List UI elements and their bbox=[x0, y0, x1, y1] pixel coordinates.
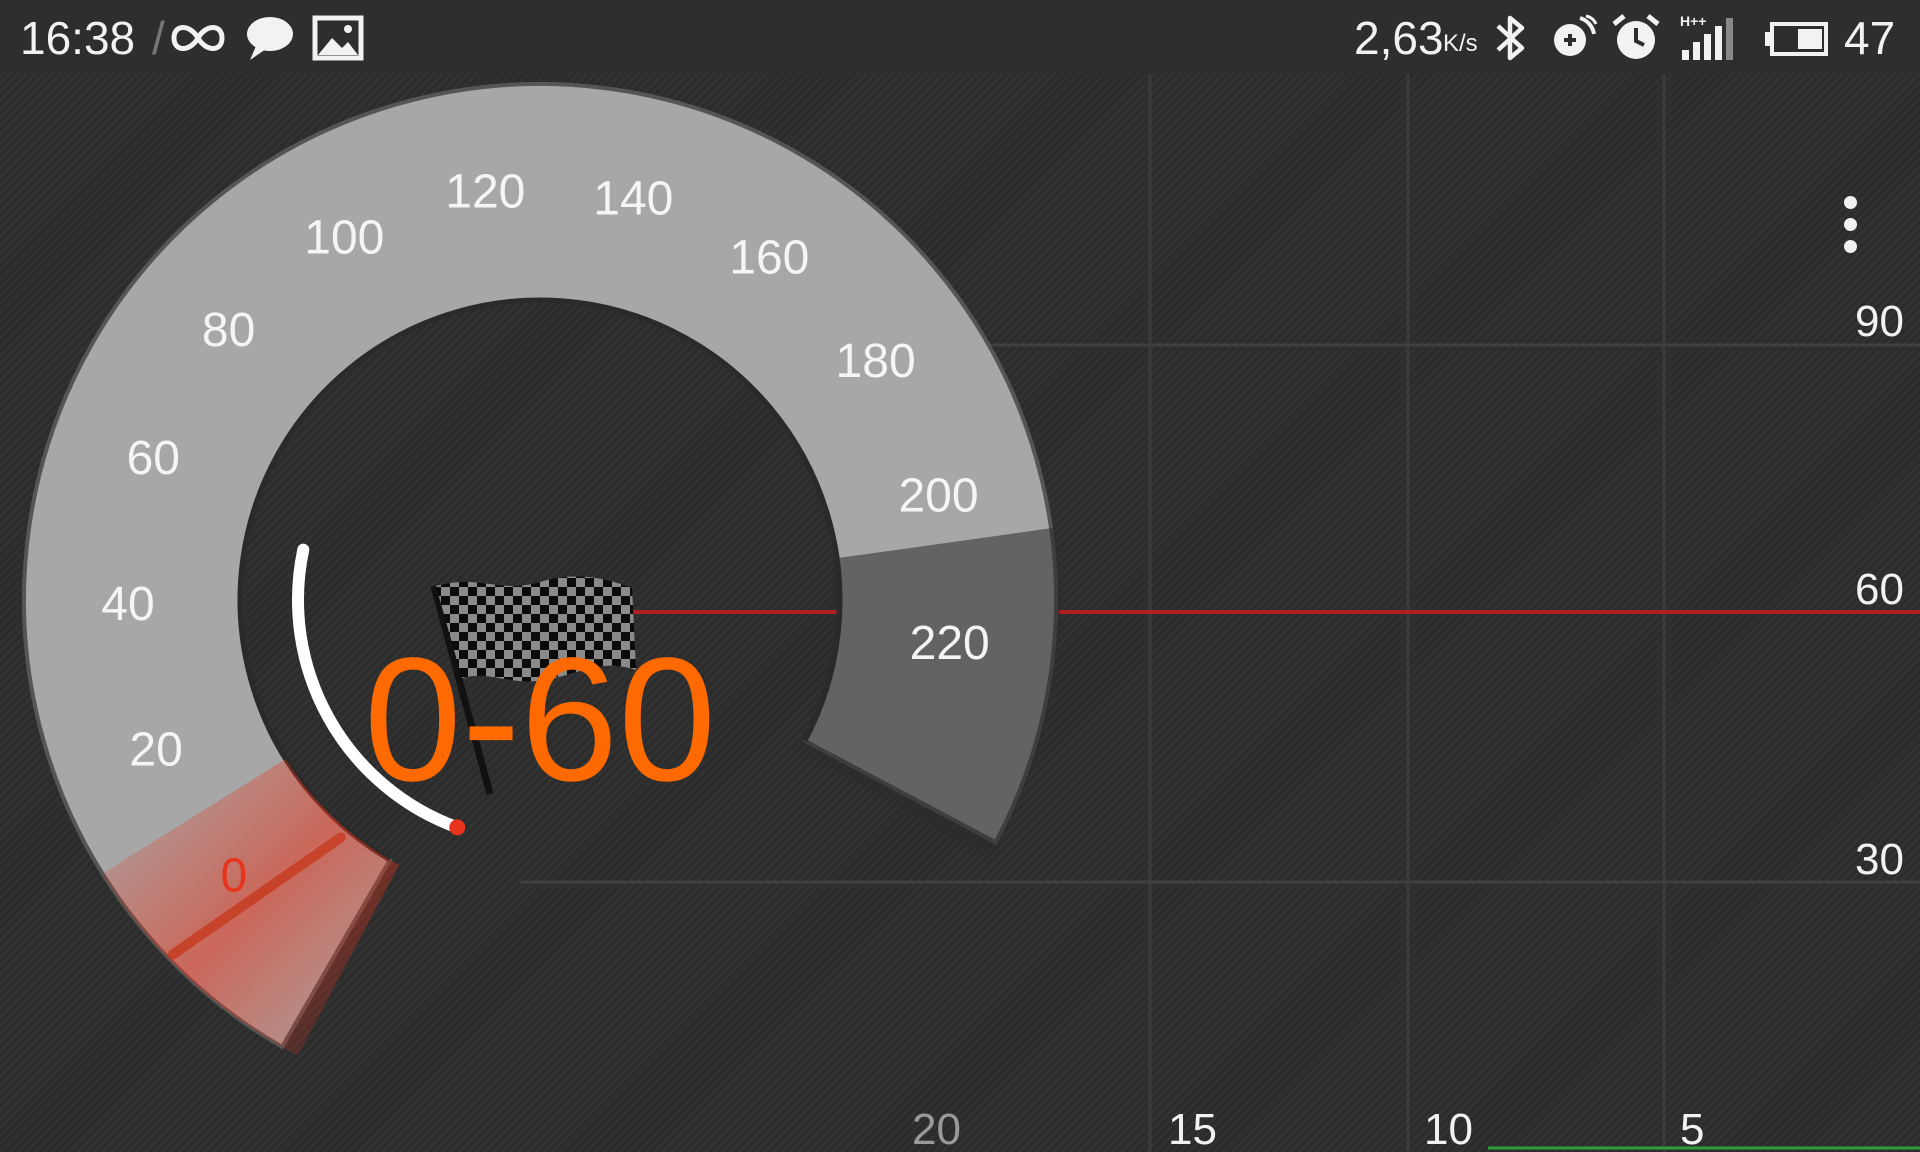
dial-tick-label: 20 bbox=[129, 724, 182, 777]
chat-bubble-icon bbox=[247, 17, 293, 60]
net-speed-unit: K/s bbox=[1443, 30, 1478, 57]
net-speed-value: 2,63 bbox=[1354, 12, 1444, 64]
status-bar: 16:38 / 2,63 K/s H++ 47 bbox=[0, 0, 1920, 74]
x-axis-labels: 20 15 10 5 bbox=[912, 1105, 1704, 1152]
battery-level: 47 bbox=[1844, 12, 1896, 64]
rotate-icon bbox=[1554, 14, 1598, 56]
dial-tick-label: 100 bbox=[304, 212, 384, 265]
dial-tick-label: 180 bbox=[836, 335, 916, 388]
alarm-icon bbox=[1612, 14, 1660, 59]
image-icon bbox=[312, 15, 364, 61]
bluetooth-icon bbox=[1496, 15, 1525, 61]
dial-tick-label: 200 bbox=[898, 469, 978, 522]
speedometer-dial: 0 20 40 60 80 100 120 140 160 180 200 220 bbox=[22, 82, 1060, 1056]
x-label: 15 bbox=[1168, 1105, 1217, 1152]
dial-tick-label: 80 bbox=[202, 304, 255, 357]
dial-tick-label: 220 bbox=[910, 617, 990, 670]
y-axis-labels: 90 60 30 bbox=[1855, 297, 1904, 884]
infinity-icon bbox=[171, 25, 225, 51]
dial-tick-label: 140 bbox=[593, 173, 673, 226]
y-label: 60 bbox=[1855, 565, 1904, 614]
dial-tick-label: 0 bbox=[220, 850, 247, 903]
signal-hplus-icon: H++ bbox=[1680, 13, 1733, 60]
menu-dot bbox=[1843, 239, 1857, 253]
dial-tick-label: 60 bbox=[127, 432, 180, 485]
overflow-menu-button[interactable] bbox=[1820, 184, 1880, 264]
dial-tick-label: 120 bbox=[445, 166, 525, 219]
x-label: 20 bbox=[912, 1105, 961, 1152]
y-label: 90 bbox=[1855, 297, 1904, 346]
clock-time: 16:38 bbox=[20, 12, 136, 64]
speed-graph-and-gauge: 90 60 30 20 15 10 5 0 20 40 60 80 100 120 140 16… bbox=[22, 74, 1920, 1152]
mode-label-0-60: 0-60 bbox=[364, 622, 716, 818]
dial-fade bbox=[796, 527, 1060, 860]
status-separator: / bbox=[152, 12, 165, 64]
battery-icon bbox=[1765, 22, 1828, 56]
x-label: 10 bbox=[1424, 1105, 1473, 1152]
dial-tick-label: 160 bbox=[729, 232, 809, 285]
x-label: 5 bbox=[1680, 1105, 1704, 1152]
y-label: 30 bbox=[1855, 835, 1904, 884]
svg-text:H++: H++ bbox=[1680, 13, 1706, 29]
menu-dot bbox=[1843, 195, 1857, 209]
speedometer-app: 90 60 30 20 15 10 5 0 20 40 60 80 100 120 140 16… bbox=[0, 74, 1920, 1152]
dial-tick-label: 40 bbox=[101, 578, 154, 631]
current-speed-tip bbox=[449, 819, 466, 836]
menu-dot bbox=[1843, 217, 1857, 231]
